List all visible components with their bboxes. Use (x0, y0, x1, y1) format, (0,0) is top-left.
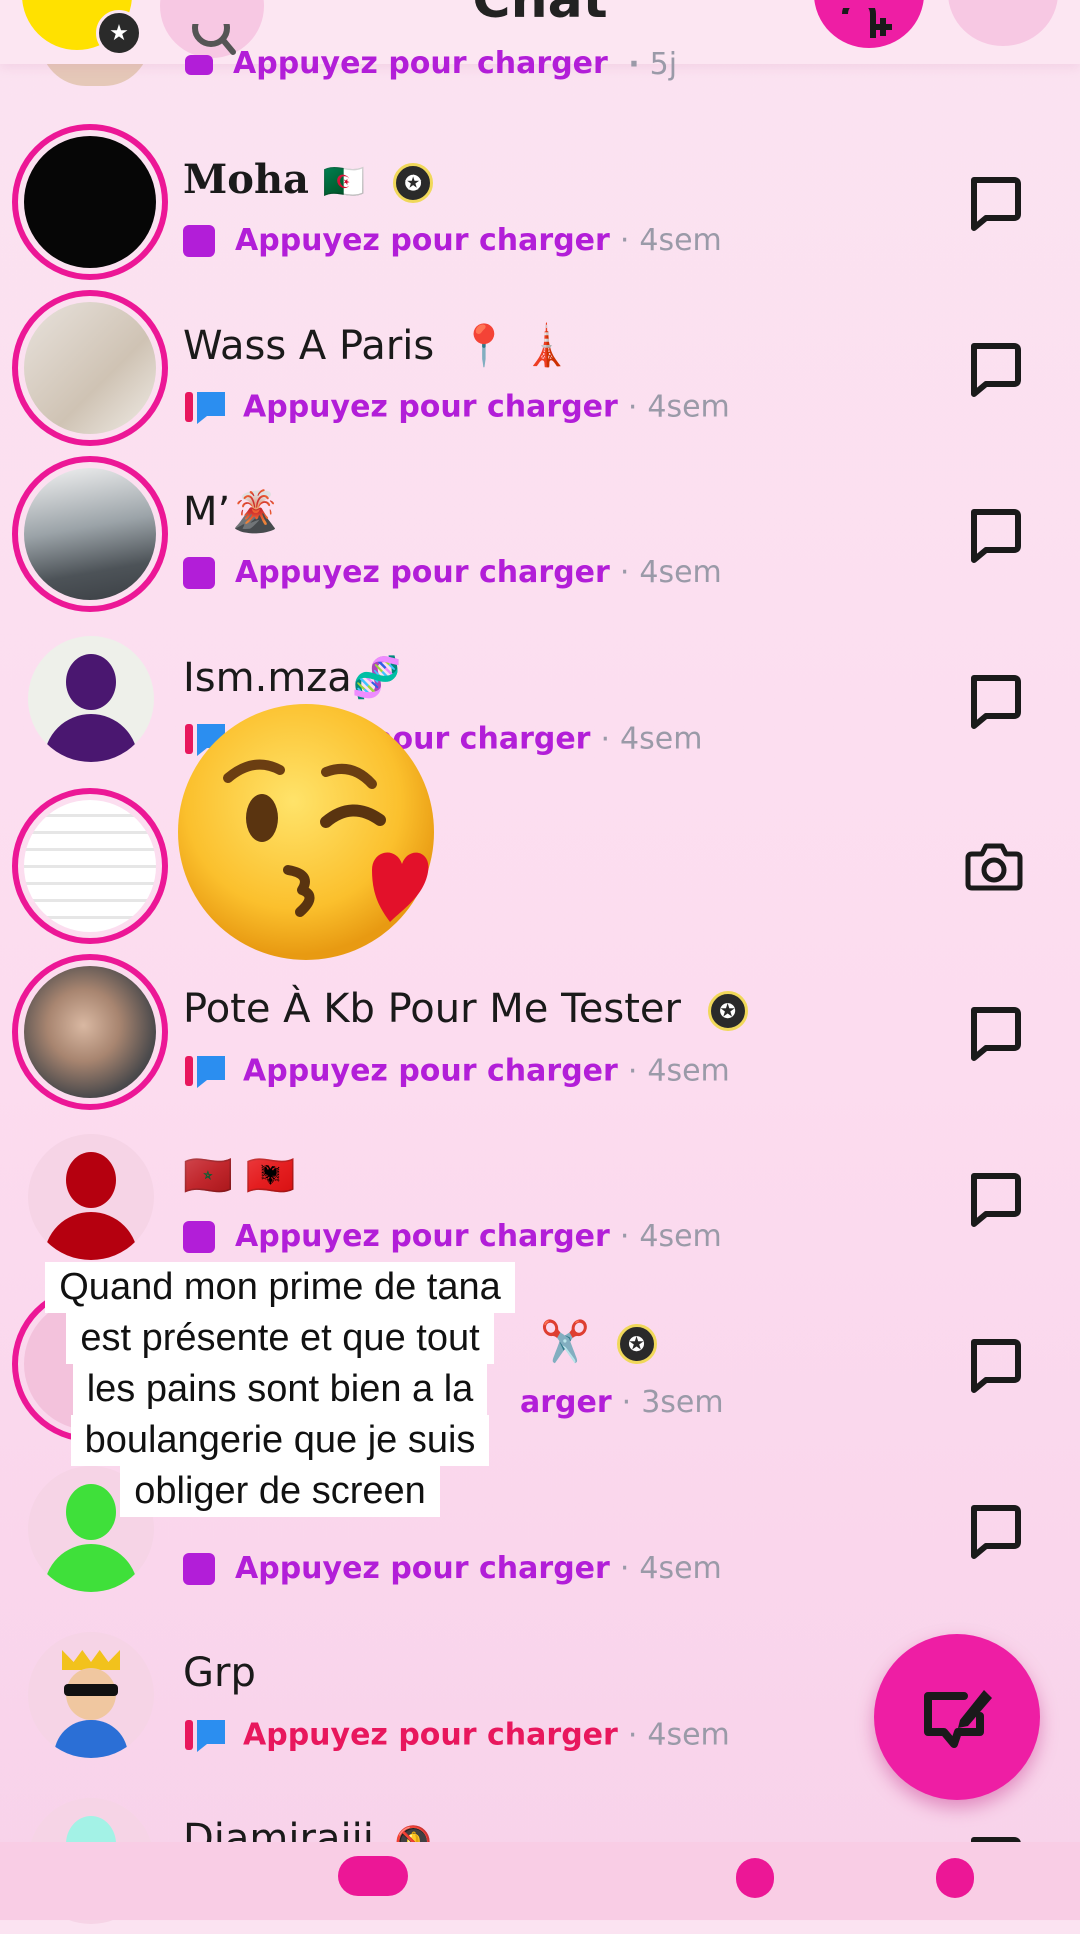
chat-bubble-icon[interactable] (964, 670, 1024, 730)
status-text: Appuyez pour charger (235, 555, 610, 590)
avatar[interactable] (12, 124, 168, 280)
chat-status: Appuyez pour charger · 4sem (183, 388, 730, 426)
status-text: Appuyez pour charger (243, 1717, 618, 1753)
contact-name: Grp (183, 1650, 256, 1696)
bottom-nav (0, 1842, 1080, 1920)
chat-row[interactable]: Moha 🇩🇿 ✪ Appuyez pour charger · 4sem (0, 108, 1080, 280)
star-badge-icon: ✪ (616, 1324, 657, 1364)
chat-bubble-icon[interactable] (964, 172, 1024, 232)
new-chat-button[interactable] (874, 1634, 1040, 1800)
nav-chat-icon[interactable] (338, 1856, 408, 1896)
contact-name: Ism.mza (183, 655, 352, 701)
avatar[interactable] (12, 954, 168, 1110)
timestamp: 4sem (639, 223, 722, 258)
chat-received-icon (185, 1056, 225, 1088)
name-emoji: 🌋 (230, 489, 281, 535)
nav-spotlight-icon[interactable] (936, 1858, 974, 1898)
caption-line: Quand mon prime de tana (45, 1262, 515, 1313)
chat-status: Appuyez pour charger · 4sem (183, 1550, 722, 1586)
status-text: Appuyez pour charger (235, 223, 610, 258)
kiss-emoji-sticker (178, 704, 434, 960)
new-chat-icon (924, 1690, 992, 1748)
timestamp: 4sem (639, 1551, 722, 1586)
contact-name: Moha (183, 156, 309, 203)
contact-name: Pote À Kb Pour Me Tester (183, 986, 681, 1032)
star-badge-icon: ✪ (393, 163, 434, 203)
caption-overlay: Quand mon prime de tana est présente et … (0, 1262, 560, 1517)
timestamp: 5j (649, 47, 678, 82)
star-badge-icon: ✪ (707, 991, 748, 1031)
chat-row[interactable]: 🇲🇦 🇦🇱 Appuyez pour charger · 4sem (0, 1104, 1080, 1270)
status-text: Appuyez pour charger (243, 389, 618, 425)
flag-emoji: 🇩🇿 (322, 162, 366, 202)
status-text: Appuyez pour charger (235, 1219, 610, 1254)
chat-bubble-icon[interactable] (964, 1002, 1024, 1062)
chat-status: Appuyez pour charger · 4sem (183, 222, 722, 258)
avatar[interactable] (12, 290, 168, 446)
chat-bubble-icon[interactable] (964, 504, 1024, 564)
avatar[interactable] (12, 456, 168, 612)
chat-row[interactable]: Wass A Paris 📍 🗼 Appuyez pour charger · 4s… (0, 274, 1080, 446)
camera-icon[interactable] (964, 836, 1024, 896)
nav-stories-icon[interactable] (736, 1858, 774, 1898)
status-text: Appuyez pour charger (243, 1053, 618, 1089)
chat-bubble-icon[interactable] (964, 338, 1024, 398)
name-emoji: 🧬 (351, 655, 402, 701)
caption-line: obliger de screen (120, 1466, 440, 1517)
snap-square-icon (183, 1220, 215, 1253)
contact-name: M’ (183, 489, 231, 535)
chat-bubble-icon[interactable] (964, 1168, 1024, 1228)
caption-line: boulangerie que je suis (70, 1415, 490, 1466)
avatar[interactable] (12, 788, 168, 944)
avatar[interactable] (28, 1134, 154, 1260)
snap-square-icon (183, 224, 215, 257)
snap-square-icon (183, 556, 215, 589)
chat-received-icon (185, 1720, 225, 1752)
caption-line: est présente et que tout (66, 1313, 494, 1364)
chat-status: Appuyez pour charger · 4sem (183, 554, 722, 590)
timestamp: 4sem (639, 1219, 722, 1254)
partial-row-status[interactable]: Appuyez pour charger · 5j (185, 46, 677, 82)
chat-status: Appuyez pour charger · 4sem (183, 1716, 730, 1754)
chat-bubble-icon[interactable] (964, 1334, 1024, 1394)
more-icon[interactable] (948, 0, 1058, 46)
contact-name: 🇲🇦 🇦🇱 (183, 1153, 296, 1199)
chat-row[interactable] (0, 772, 1080, 944)
contact-name: Wass A Paris (183, 323, 435, 369)
caption-line: les pains sont bien a la (72, 1364, 488, 1415)
chat-status: Appuyez pour charger · 4sem (183, 1218, 722, 1254)
add-friend-icon[interactable] (814, 0, 924, 48)
avatar[interactable] (28, 636, 154, 762)
timestamp: 4sem (620, 721, 703, 757)
timestamp: 3sem (641, 1385, 724, 1420)
snap-square-icon (183, 1552, 215, 1585)
chat-row[interactable]: Pote À Kb Pour Me Tester ✪ Appuyez pour … (0, 938, 1080, 1110)
chat-bubble-icon[interactable] (964, 1500, 1024, 1560)
status-text: Appuyez pour charger (233, 46, 608, 81)
timestamp: 4sem (647, 1053, 730, 1089)
timestamp: 4sem (639, 555, 722, 590)
name-emoji: 📍 🗼 (458, 323, 572, 369)
chat-received-icon (185, 392, 225, 424)
chat-status: Appuyez pour charger · 4sem (183, 1052, 730, 1090)
chat-row[interactable]: Ism.mza🧬 pour charger · 4sem (0, 606, 1080, 772)
chat-row[interactable]: M’🌋 Appuyez pour charger · 4sem (0, 440, 1080, 612)
avatar[interactable] (28, 1632, 154, 1758)
timestamp: 4sem (647, 1717, 730, 1753)
timestamp: 4sem (647, 389, 730, 425)
status-text: Appuyez pour charger (235, 1551, 610, 1586)
